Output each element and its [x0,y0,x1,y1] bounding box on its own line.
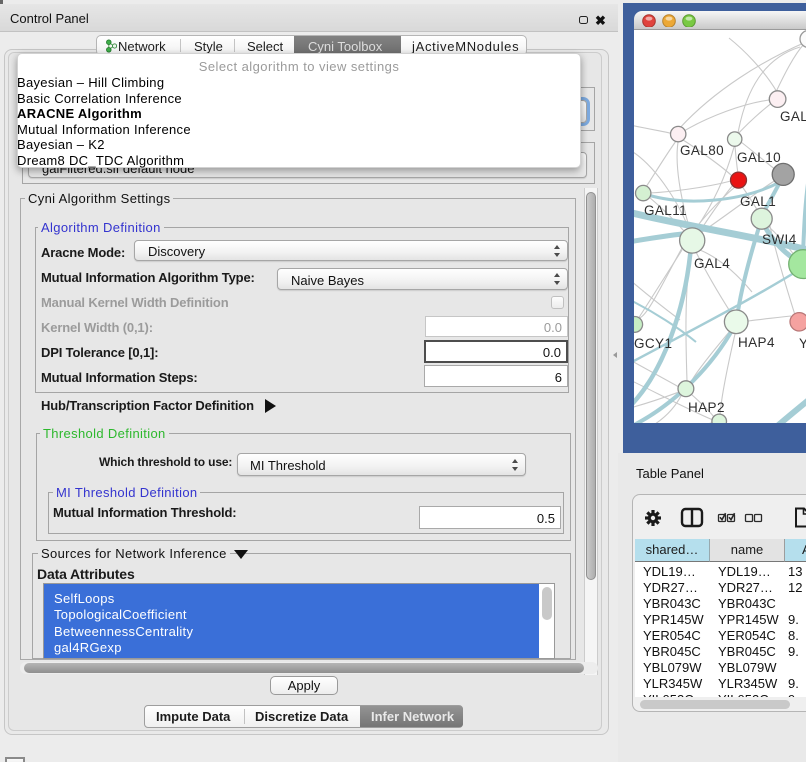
svg-text:HAP4: HAP4 [738,335,775,350]
svg-text:GAL4: GAL4 [694,256,730,271]
svg-text:HAP2: HAP2 [688,400,725,415]
svg-text:GAL11: GAL11 [644,203,687,218]
svg-text:GAL7: GAL7 [780,109,806,124]
svg-text:GAL1: GAL1 [740,194,776,209]
svg-text:Y: Y [799,336,806,351]
svg-text:GAL10: GAL10 [737,150,781,165]
svg-text:GAL80: GAL80 [680,143,724,158]
svg-text:SWI4: SWI4 [762,232,797,247]
svg-text:GCY1: GCY1 [634,336,672,351]
